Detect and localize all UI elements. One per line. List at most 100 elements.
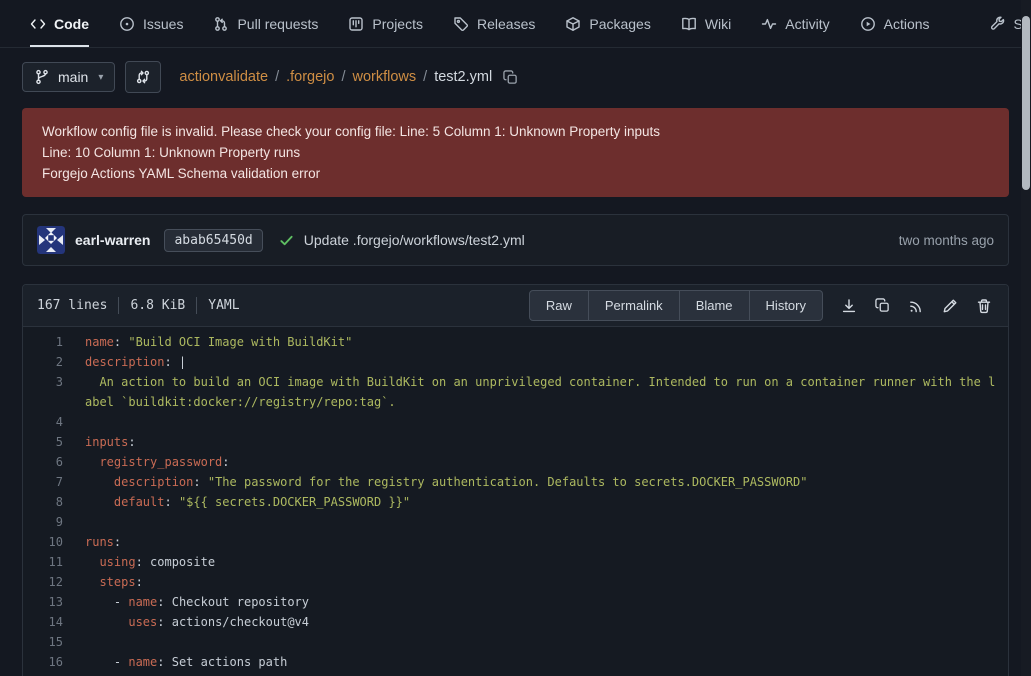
nav-tab-label: Projects	[372, 16, 423, 32]
chevron-down-icon: ▾	[98, 72, 103, 83]
line-number[interactable]: 12	[23, 572, 63, 592]
breadcrumb-workflows[interactable]: workflows	[353, 69, 417, 85]
nav-tab-label: Packages	[589, 16, 650, 32]
nav-tab-issues[interactable]: Issues	[119, 0, 183, 47]
commit-hash-badge[interactable]: abab65450d	[164, 229, 262, 252]
line-number[interactable]: 17	[23, 672, 63, 676]
breadcrumb-separator: /	[423, 69, 427, 85]
breadcrumb-test2-yml: test2.yml	[434, 69, 492, 85]
nav-tab-label: Releases	[477, 16, 535, 32]
commit-status-check-icon[interactable]	[279, 233, 294, 248]
line-number[interactable]: 11	[23, 552, 63, 572]
line-content: using: composite	[63, 552, 223, 572]
history-button[interactable]: History	[750, 290, 823, 321]
line-number[interactable]: 6	[23, 452, 63, 472]
package-icon	[565, 16, 581, 32]
nav-tab-wiki[interactable]: Wiki	[681, 0, 731, 47]
line-content: description: |	[63, 352, 194, 372]
git-compare-icon	[135, 69, 151, 85]
line-content: registry_password:	[63, 452, 238, 472]
blame-button[interactable]: Blame	[680, 290, 750, 321]
line-content: shell: bash	[63, 672, 216, 676]
page-scrollbar-track[interactable]	[1021, 0, 1031, 676]
nav-tab-packages[interactable]: Packages	[565, 0, 650, 47]
breadcrumb: actionvalidate/.forgejo/workflows/test2.…	[179, 69, 518, 85]
page-scrollbar-thumb[interactable]	[1022, 16, 1030, 190]
file-view-buttons: RawPermalinkBlameHistory	[529, 290, 823, 321]
latest-commit-box: earl-warren abab65450d Update .forgejo/w…	[22, 214, 1009, 266]
code-line: 6 registry_password:	[23, 452, 1008, 472]
nav-tab-pull-requests[interactable]: Pull requests	[213, 0, 318, 47]
nav-tab-releases[interactable]: Releases	[453, 0, 535, 47]
file-view-box: 167 lines 6.8 KiB YAML RawPermalinkBlame…	[22, 284, 1009, 676]
project-icon	[348, 16, 364, 32]
line-content: - name: Set actions path	[63, 652, 295, 672]
code-line: 14 uses: actions/checkout@v4	[23, 612, 1008, 632]
code-icon	[30, 16, 46, 32]
line-number[interactable]: 8	[23, 492, 63, 512]
permalink-button[interactable]: Permalink	[589, 290, 680, 321]
error-message-line: Workflow config file is invalid. Please …	[42, 121, 989, 142]
breadcrumb--forgejo[interactable]: .forgejo	[286, 69, 334, 85]
nav-tab-label: Pull requests	[237, 16, 318, 32]
line-number[interactable]: 2	[23, 352, 63, 372]
nav-tab-actions[interactable]: Actions	[860, 0, 930, 47]
nav-tab-code[interactable]: Code	[30, 0, 89, 47]
download-icon[interactable]	[835, 293, 863, 319]
copy-icon[interactable]	[869, 293, 896, 318]
error-message-line: Line: 10 Column 1: Unknown Property runs	[42, 142, 989, 163]
avatar[interactable]	[37, 226, 65, 254]
line-number[interactable]: 4	[23, 412, 63, 432]
line-number[interactable]: 10	[23, 532, 63, 552]
pencil-icon[interactable]	[936, 293, 964, 319]
error-message-line: Forgejo Actions YAML Schema validation e…	[42, 163, 989, 184]
line-content: - name: Checkout repository	[63, 592, 317, 612]
commit-author[interactable]: earl-warren	[75, 232, 150, 248]
nav-tab-label: Code	[54, 16, 89, 32]
line-number[interactable]: 5	[23, 432, 63, 452]
code-line: 10runs:	[23, 532, 1008, 552]
file-info: 167 lines 6.8 KiB YAML	[37, 297, 240, 314]
code-line: 11 using: composite	[23, 552, 1008, 572]
nav-tab-activity[interactable]: Activity	[761, 0, 829, 47]
rss-icon[interactable]	[902, 293, 930, 319]
code-line: 3 An action to build an OCI image with B…	[23, 372, 1008, 412]
code-line: 17 shell: bash	[23, 672, 1008, 676]
line-number[interactable]: 15	[23, 632, 63, 652]
tools-icon	[990, 16, 1006, 32]
repo-tab-bar: Code Issues Pull requests Projects Releases P…	[0, 0, 1031, 48]
pulse-icon	[761, 16, 777, 32]
book-icon	[681, 16, 697, 32]
line-number[interactable]: 14	[23, 612, 63, 632]
nav-tab-label: Actions	[884, 16, 930, 32]
nav-tab-label: Wiki	[705, 16, 731, 32]
compare-button[interactable]	[125, 61, 161, 93]
line-number[interactable]: 7	[23, 472, 63, 492]
breadcrumb-actionvalidate[interactable]: actionvalidate	[179, 69, 268, 85]
code-line: 8 default: "${{ secrets.DOCKER_PASSWORD …	[23, 492, 1008, 512]
code-line: 15	[23, 632, 1008, 652]
line-number[interactable]: 13	[23, 592, 63, 612]
line-content: inputs:	[63, 432, 144, 452]
line-number[interactable]: 16	[23, 652, 63, 672]
file-line-count: 167 lines	[37, 298, 107, 313]
code-line: 5inputs:	[23, 432, 1008, 452]
line-number[interactable]: 1	[23, 332, 63, 352]
code-line: 7 description: "The password for the reg…	[23, 472, 1008, 492]
divider	[196, 297, 197, 314]
line-number[interactable]: 3	[23, 372, 63, 412]
trash-icon[interactable]	[970, 293, 998, 319]
line-content: default: "${{ secrets.DOCKER_PASSWORD }}…	[63, 492, 418, 512]
line-number[interactable]: 9	[23, 512, 63, 532]
nav-tab-projects[interactable]: Projects	[348, 0, 423, 47]
commit-message[interactable]: Update .forgejo/workflows/test2.yml	[304, 232, 525, 248]
code-line: 16 - name: Set actions path	[23, 652, 1008, 672]
code-line: 13 - name: Checkout repository	[23, 592, 1008, 612]
commit-time: two months ago	[899, 233, 994, 248]
branch-selector-button[interactable]: main ▾	[22, 62, 115, 92]
copy-path-icon[interactable]	[503, 70, 518, 85]
raw-button[interactable]: Raw	[529, 290, 589, 321]
line-content	[63, 512, 93, 532]
code-line: 1name: "Build OCI Image with BuildKit"	[23, 332, 1008, 352]
branch-name: main	[58, 69, 88, 85]
